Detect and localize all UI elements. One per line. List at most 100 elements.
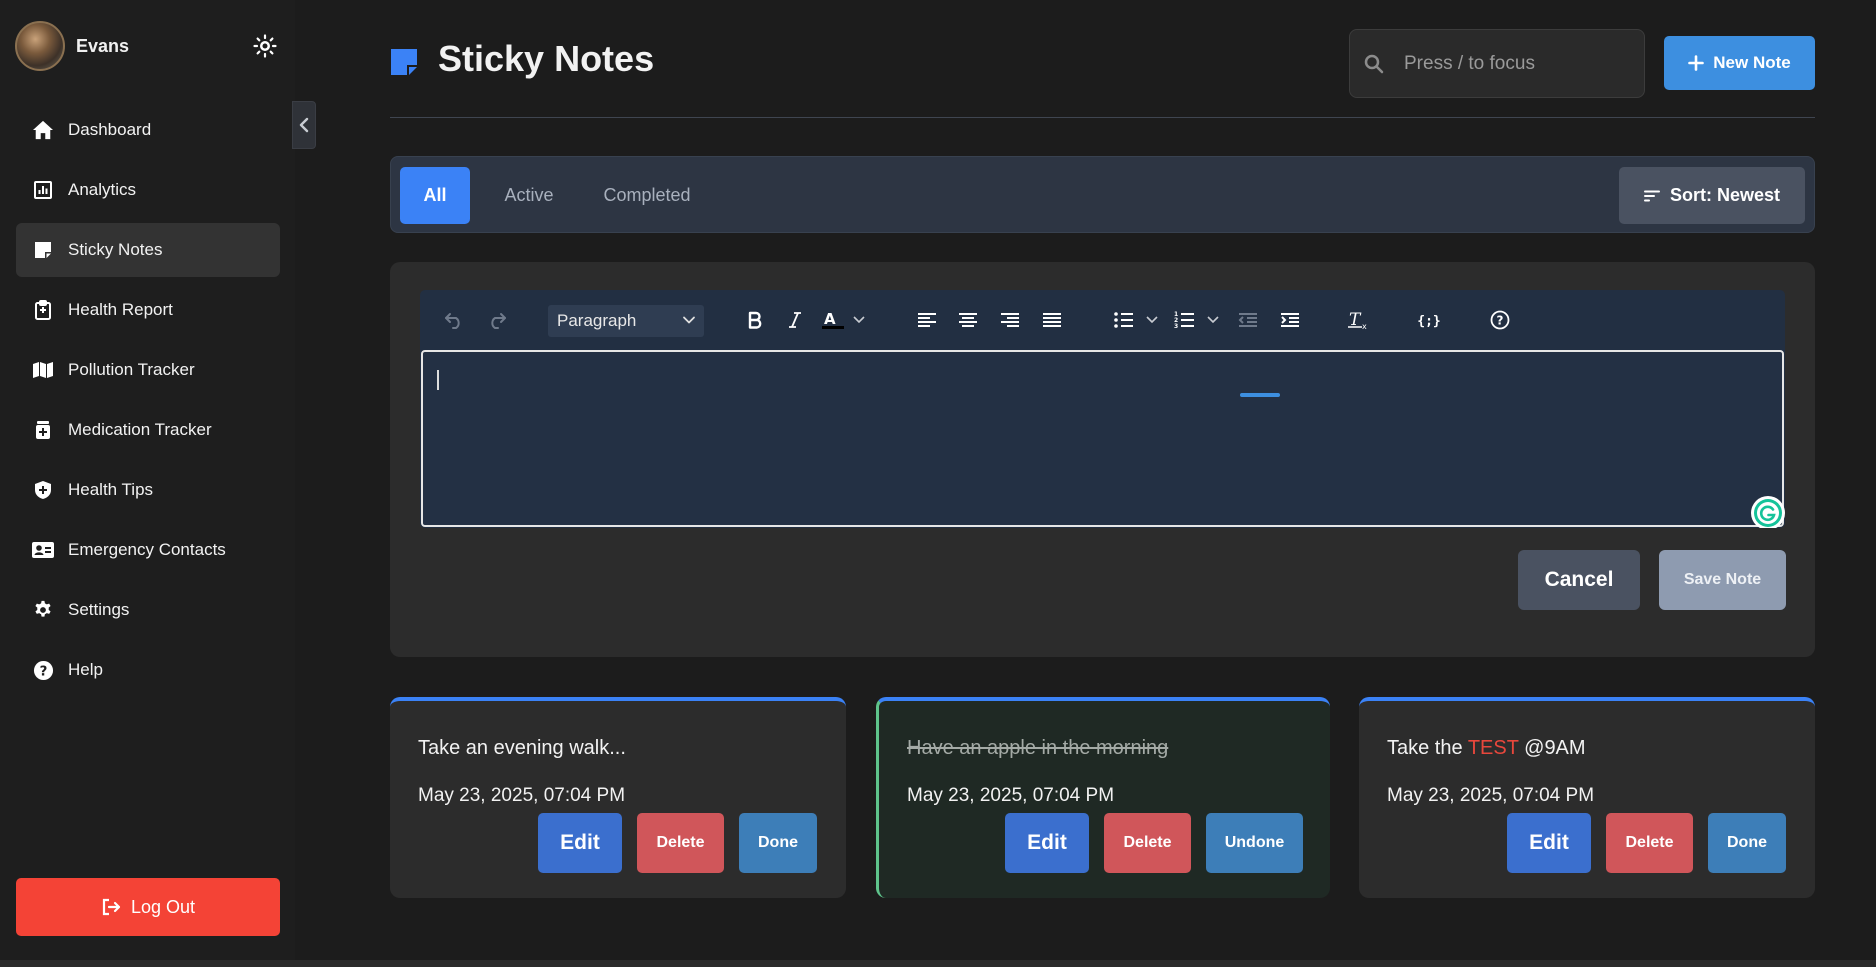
sidebar-item-label: Sticky Notes	[68, 240, 163, 259]
bottom-scrollbar[interactable]	[0, 960, 1876, 967]
new-note-button[interactable]: New Note	[1664, 36, 1815, 90]
user-name: Evans	[76, 35, 130, 56]
search-input[interactable]	[1404, 52, 1604, 75]
sidebar-item-label: Analytics	[68, 180, 137, 199]
editor-help-button[interactable]: ?	[1487, 306, 1513, 334]
sun-icon	[253, 34, 277, 58]
sidebar-item-dashboard[interactable]: Dashboard	[16, 103, 280, 157]
done-button[interactable]: Done	[739, 813, 817, 873]
note-content-editor[interactable]	[421, 350, 1784, 527]
sidebar-item-medication-tracker[interactable]: Medication Tracker	[16, 403, 280, 457]
logout-button[interactable]: Log Out	[16, 878, 280, 936]
sort-label: Sort: Newest	[1669, 185, 1781, 205]
sidebar-collapse-button[interactable]	[292, 101, 316, 149]
logout-icon	[101, 898, 121, 916]
text-color-icon: A	[822, 310, 865, 329]
bullet-list-icon	[1114, 312, 1158, 328]
save-note-button[interactable]: Save Note	[1659, 550, 1786, 610]
undo-icon	[445, 313, 460, 329]
sidebar-item-label: Settings	[68, 600, 130, 619]
svg-text:?: ?	[39, 664, 47, 679]
note-text: Have an apple in the morning	[907, 737, 1169, 759]
sort-icon	[1643, 190, 1660, 202]
svg-text:{;}: {;}	[1418, 314, 1440, 329]
delete-button[interactable]: Delete	[1606, 813, 1693, 873]
sidebar-item-health-tips[interactable]: Health Tips	[16, 463, 280, 517]
sidebar-item-label: Dashboard	[68, 120, 152, 139]
italic-button[interactable]	[782, 306, 808, 334]
text-color-button[interactable]: A	[820, 306, 872, 334]
note-text-after: @9AM	[1518, 737, 1586, 759]
code-button[interactable]: {;}	[1416, 306, 1442, 334]
new-note-label: New Note	[1713, 53, 1791, 72]
search-box[interactable]	[1349, 29, 1645, 98]
sidebar-item-help[interactable]: ? Help	[16, 643, 280, 697]
edit-button[interactable]: Edit	[1507, 813, 1591, 873]
map-icon	[32, 359, 54, 381]
indent-button[interactable]	[1277, 306, 1303, 334]
delete-button[interactable]: Delete	[637, 813, 724, 873]
sidebar-item-analytics[interactable]: Analytics	[16, 163, 280, 217]
align-right-button[interactable]	[997, 306, 1023, 334]
sort-button[interactable]: Sort: Newest	[1619, 167, 1805, 224]
bold-icon	[748, 311, 762, 329]
code-icon: {;}	[1418, 314, 1440, 329]
done-button[interactable]: Done	[1708, 813, 1786, 873]
edit-button[interactable]: Edit	[1005, 813, 1089, 873]
outdent-button[interactable]	[1235, 306, 1261, 334]
align-center-button[interactable]	[955, 306, 981, 334]
redo-button[interactable]	[483, 306, 511, 334]
sidebar-nav: Dashboard Analytics Sticky Notes Health …	[16, 103, 280, 703]
chevron-down-icon	[683, 316, 695, 324]
note-text-highlight: TEST	[1467, 737, 1519, 759]
undo-button[interactable]	[440, 306, 468, 334]
clear-formatting-button[interactable]: Tx	[1346, 306, 1372, 334]
note-card-completed: Have an apple in the morning May 23, 202…	[876, 697, 1330, 898]
sidebar-item-label: Health Report	[68, 300, 173, 319]
sidebar-item-sticky-notes[interactable]: Sticky Notes	[16, 223, 280, 277]
filter-bar: All Active Completed Sort: Newest	[390, 156, 1815, 233]
sidebar-item-label: Help	[68, 660, 103, 679]
bold-button[interactable]	[742, 306, 768, 334]
medicine-icon	[32, 419, 54, 441]
edit-button[interactable]: Edit	[538, 813, 622, 873]
sidebar-item-emergency-contacts[interactable]: Emergency Contacts	[16, 523, 280, 577]
tab-all[interactable]: All	[400, 167, 470, 224]
clipboard-icon	[32, 299, 54, 321]
align-left-button[interactable]	[914, 306, 940, 334]
note-date: May 23, 2025, 07:04 PM	[418, 785, 626, 806]
sidebar-item-health-report[interactable]: Health Report	[16, 283, 280, 337]
tab-completed[interactable]: Completed	[587, 167, 707, 224]
sidebar-item-label: Pollution Tracker	[68, 360, 195, 379]
avatar[interactable]	[15, 21, 65, 71]
align-left-icon	[918, 313, 936, 327]
italic-icon	[789, 312, 801, 328]
note-text-before: Take the	[1387, 737, 1468, 759]
align-right-icon	[1001, 313, 1019, 327]
undone-button[interactable]: Undone	[1206, 813, 1303, 873]
numbered-list-button[interactable]: 123	[1173, 306, 1225, 334]
svg-text:A: A	[824, 310, 836, 328]
block-format-select[interactable]: Paragraph	[548, 305, 704, 337]
search-icon	[1364, 54, 1384, 74]
align-justify-button[interactable]	[1039, 306, 1065, 334]
delete-button[interactable]: Delete	[1104, 813, 1191, 873]
header-divider	[390, 117, 1815, 118]
sidebar: Evans Dashboard Analytics Sticky Notes H…	[0, 0, 295, 960]
chevron-left-icon	[299, 117, 309, 133]
bullet-list-button[interactable]	[1112, 306, 1164, 334]
cancel-button[interactable]: Cancel	[1518, 550, 1640, 610]
note-editor-panel: Paragraph A 1 2 3 T x {;} ? Cancel Save …	[390, 262, 1815, 657]
sidebar-item-pollution-tracker[interactable]: Pollution Tracker	[16, 343, 280, 397]
align-justify-icon	[1043, 313, 1061, 327]
note-text: Take the TEST @9AM	[1387, 737, 1586, 760]
tab-active[interactable]: Active	[485, 167, 573, 224]
theme-toggle-button[interactable]	[250, 31, 280, 61]
logout-label: Log Out	[130, 896, 196, 917]
sidebar-item-label: Medication Tracker	[68, 420, 212, 439]
sidebar-item-settings[interactable]: Settings	[16, 583, 280, 637]
indent-icon	[1281, 313, 1299, 327]
grammarly-icon[interactable]	[1751, 496, 1785, 528]
help-icon: ?	[32, 659, 54, 681]
note-date: May 23, 2025, 07:04 PM	[1387, 785, 1595, 806]
